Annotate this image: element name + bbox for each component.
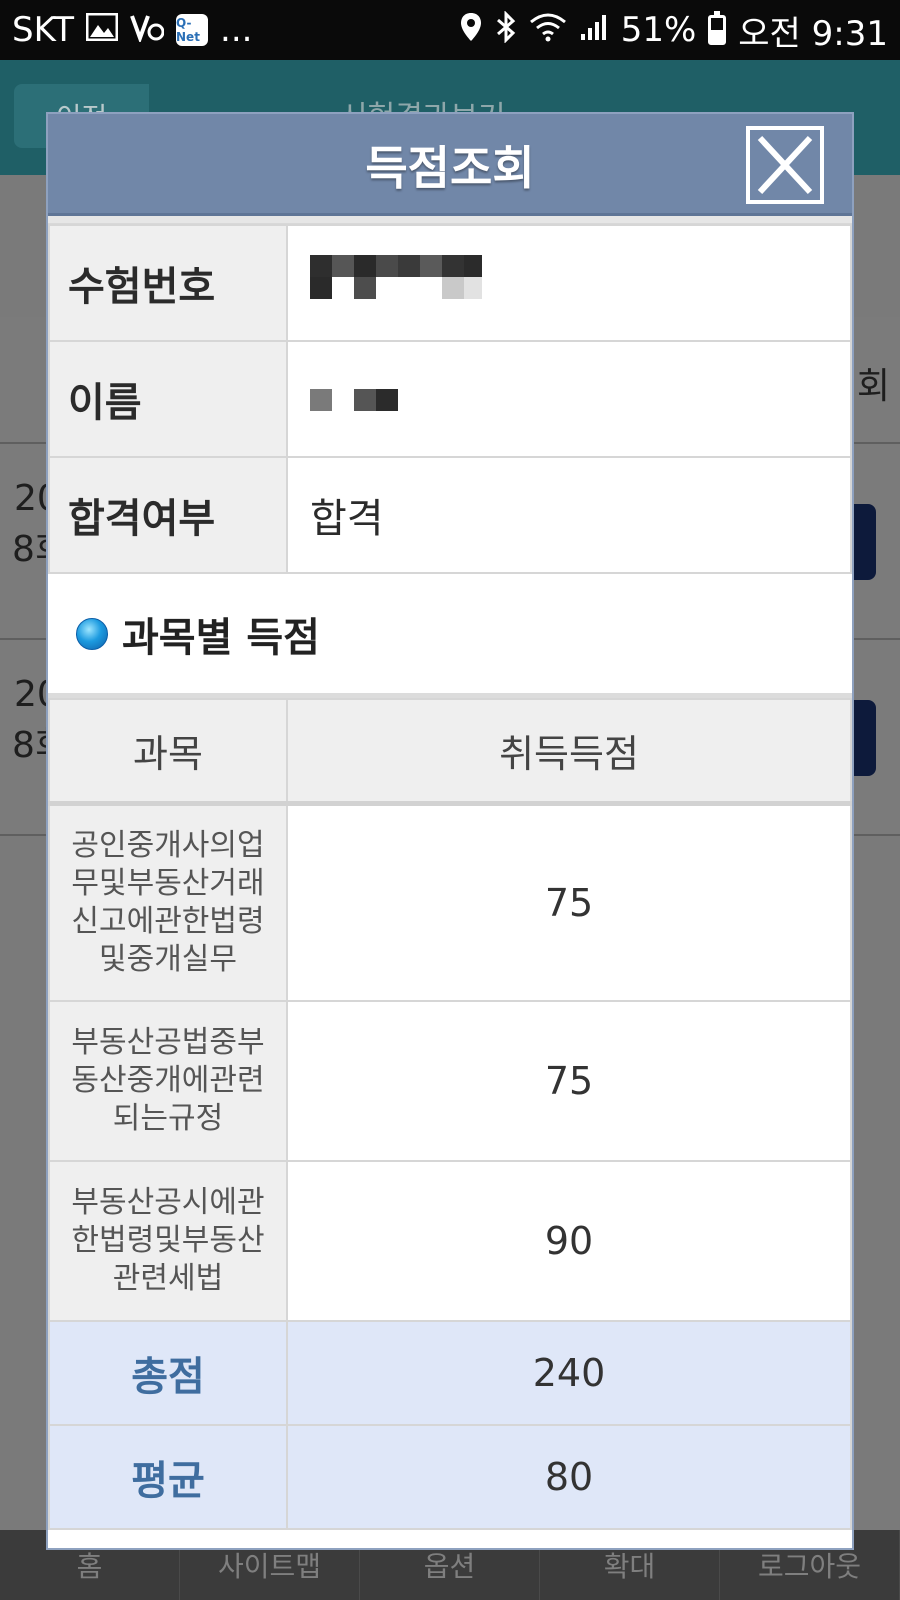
status-left: SKT Q-Net ... bbox=[12, 10, 252, 50]
column-header-score: 취득득점 bbox=[286, 698, 852, 806]
table-row: 공인중개사의업무및부동산거래신고에관한법령및중개실무 75 bbox=[48, 802, 852, 1002]
average-label: 평균 bbox=[48, 1424, 288, 1530]
bullet-icon bbox=[76, 617, 108, 650]
wifi-icon bbox=[529, 12, 567, 49]
column-header-subject: 과목 bbox=[48, 698, 288, 806]
average-row: 평균 80 bbox=[48, 1424, 852, 1530]
close-icon bbox=[757, 135, 813, 195]
close-button[interactable] bbox=[746, 126, 824, 204]
pass-status-row: 합격여부 합격 bbox=[48, 456, 852, 574]
name-row: 이름 bbox=[48, 340, 852, 458]
location-icon bbox=[459, 11, 483, 50]
subject-scores-section-header: 과목별 득점 bbox=[48, 574, 852, 698]
dialog-header: 득점조회 bbox=[48, 114, 852, 216]
status-right: 51% 오전 9:31 bbox=[459, 6, 888, 55]
table-row: 부동산공법중부동산중개에관련되는규정 75 bbox=[48, 1000, 852, 1162]
dialog-title: 득점조회 bbox=[365, 141, 535, 195]
score-dialog: 득점조회 수험번호 이름 합격여부 합격 과목별 득점 과목 취득득점 공인중개… bbox=[46, 112, 854, 1550]
battery-icon bbox=[708, 11, 727, 45]
table-row: 부동산공시에관한법령및부동산관련세법 90 bbox=[48, 1160, 852, 1322]
subject-name: 부동산공법중부동산중개에관련되는규정 bbox=[48, 1000, 288, 1162]
qnet-app-icon: Q-Net bbox=[176, 14, 209, 46]
signal-icon bbox=[579, 12, 609, 49]
scroll-edge bbox=[48, 216, 852, 224]
clock: 오전 9:31 bbox=[738, 13, 888, 54]
average-value: 80 bbox=[286, 1424, 852, 1530]
status-bar: SKT Q-Net ... 51% 오전 9:31 bbox=[0, 0, 900, 60]
name-value bbox=[286, 340, 852, 458]
subject-name: 부동산공시에관한법령및부동산관련세법 bbox=[48, 1160, 288, 1322]
pass-status-label: 합격여부 bbox=[48, 456, 288, 574]
examinee-info-table: 수험번호 이름 합격여부 합격 bbox=[48, 224, 852, 574]
total-label: 총점 bbox=[48, 1320, 288, 1426]
exam-number-value bbox=[286, 224, 852, 342]
battery-percent: 51% bbox=[620, 10, 697, 50]
subject-name: 공인중개사의업무및부동산거래신고에관한법령및중개실무 bbox=[48, 802, 288, 1002]
silent-mode-icon bbox=[130, 12, 165, 49]
score-table-header-row: 과목 취득득점 bbox=[48, 698, 852, 806]
total-value: 240 bbox=[286, 1320, 852, 1426]
subject-score: 75 bbox=[286, 1000, 852, 1162]
name-label: 이름 bbox=[48, 340, 288, 458]
subject-score-table: 과목 취득득점 공인중개사의업무및부동산거래신고에관한법령및중개실무 75 부동… bbox=[48, 698, 852, 1530]
exam-number-label: 수험번호 bbox=[48, 224, 288, 342]
more-notifications-icon: ... bbox=[220, 10, 253, 50]
subject-score: 90 bbox=[286, 1160, 852, 1322]
pass-status-value: 합격 bbox=[286, 456, 852, 574]
redacted-name bbox=[310, 377, 400, 423]
bluetooth-icon bbox=[495, 9, 517, 50]
exam-number-row: 수험번호 bbox=[48, 224, 852, 342]
subject-score: 75 bbox=[286, 802, 852, 1002]
redacted-exam-number bbox=[310, 255, 482, 311]
background-right-fragment: 회 bbox=[856, 366, 890, 407]
image-icon bbox=[85, 12, 119, 48]
carrier-label: SKT bbox=[12, 10, 75, 50]
total-row: 총점 240 bbox=[48, 1320, 852, 1426]
section-title: 과목별 득점 bbox=[122, 614, 320, 661]
